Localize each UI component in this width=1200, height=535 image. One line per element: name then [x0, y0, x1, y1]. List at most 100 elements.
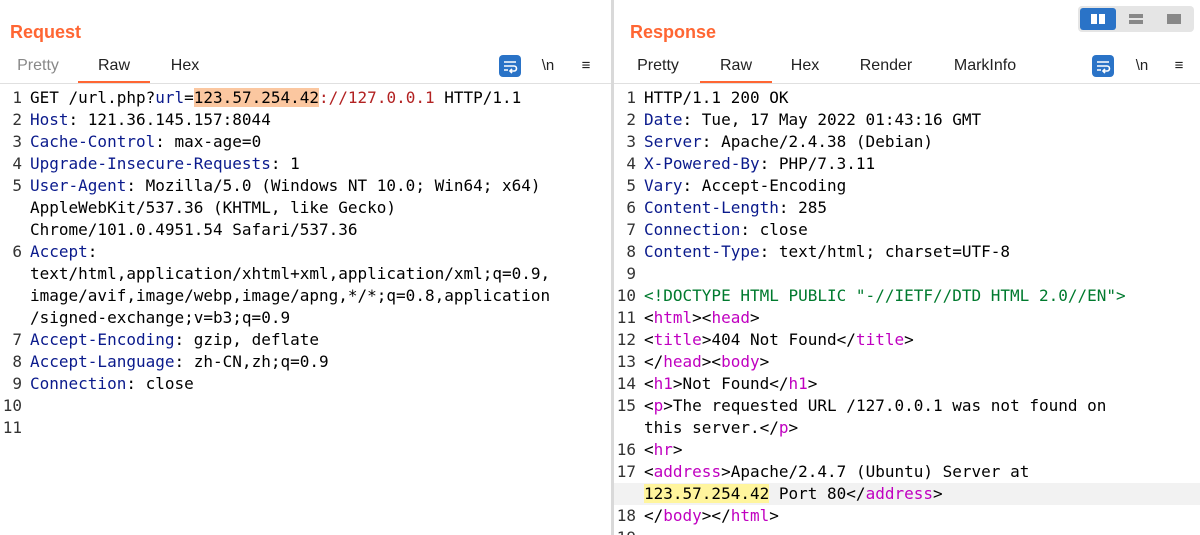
code-token: Server: [644, 132, 702, 151]
line-text: AppleWebKit/537.36 (KHTML, like Gecko): [22, 197, 396, 219]
response-tab-pretty[interactable]: Pretty: [628, 50, 688, 82]
line-text: Connection: close: [636, 219, 808, 241]
line-text: Connection: close: [22, 373, 194, 395]
code-token: /signed-exchange;v=b3;q=0.9: [30, 308, 291, 327]
line-text: this server.</p>: [636, 417, 798, 439]
code-line: 4 X-Powered-By: PHP/7.3.11: [614, 153, 1200, 175]
line-text: Accept-Encoding: gzip, deflate: [22, 329, 319, 351]
line-text: </head><body>: [636, 351, 769, 373]
menu-icon[interactable]: ≡: [1167, 55, 1191, 77]
code-line: 2 Host: 121.36.145.157:8044: [0, 109, 611, 131]
menu-icon[interactable]: ≡: [574, 55, 598, 77]
code-token: </: [644, 506, 664, 525]
code-token: title: [653, 330, 702, 349]
newline-toggle-icon[interactable]: \n: [1130, 55, 1154, 77]
line-number: 5: [626, 176, 636, 195]
response-tab-hex[interactable]: Hex: [782, 50, 828, 82]
code-token: X-Powered-By: [644, 154, 760, 173]
code-token: Connection: [30, 374, 127, 393]
line-number: 16: [616, 440, 636, 459]
code-token: <: [644, 330, 654, 349]
wrap-lines-icon[interactable]: [499, 55, 521, 77]
code-line: 6 Accept:: [0, 241, 611, 263]
code-token: >: [807, 374, 818, 393]
request-tab-raw[interactable]: Raw: [78, 50, 150, 83]
code-token: text/html,application/xhtml+xml,applicat…: [30, 264, 551, 283]
code-token: <: [644, 396, 654, 415]
response-tab-render[interactable]: Render: [850, 50, 922, 82]
line-number: 11: [616, 308, 636, 327]
stacked-layout-icon[interactable]: [1118, 8, 1154, 30]
code-line: 123.57.254.42 Port 80</address>: [614, 483, 1200, 505]
request-tab-pretty[interactable]: Pretty: [8, 50, 68, 82]
line-number: 3: [626, 132, 636, 151]
code-token: html: [653, 308, 693, 327]
code-line: 3 Server: Apache/2.4.38 (Debian): [614, 131, 1200, 153]
request-editor[interactable]: 1 GET /url.php?url=123.57.254.42://127.0.…: [0, 87, 611, 535]
code-token: ><: [701, 352, 722, 371]
line-number: 4: [12, 154, 22, 173]
code-line: 13 </head><body>: [614, 351, 1200, 373]
code-token: html: [730, 506, 770, 525]
response-tab-raw[interactable]: Raw: [700, 50, 772, 83]
code-line: 17 <address>Apache/2.4.7 (Ubuntu) Server …: [614, 461, 1200, 483]
code-token: title: [855, 330, 905, 349]
line-number: 8: [626, 242, 636, 261]
line-number: 9: [12, 374, 22, 393]
line-number: 1: [626, 88, 636, 107]
code-token: 123.57.254.42: [644, 484, 770, 503]
split-layout-icon[interactable]: [1080, 8, 1116, 30]
response-tab-markinfo[interactable]: MarkInfo: [944, 50, 1026, 82]
code-token: >: [759, 352, 770, 371]
line-number: 19: [614, 527, 636, 535]
code-line: text/html,application/xhtml+xml,applicat…: [0, 263, 611, 285]
code-token: >: [933, 484, 943, 503]
code-token: : gzip, deflate: [174, 330, 320, 349]
line-text: </body></html>: [636, 505, 779, 527]
code-token: ></: [701, 506, 731, 525]
line-text: Accept-Language: zh-CN,zh;q=0.9: [22, 351, 329, 373]
line-number: [614, 417, 636, 439]
code-token: ><: [692, 308, 712, 327]
line-text: [22, 395, 40, 417]
code-line: 12 <title>404 Not Found</title>: [614, 329, 1200, 351]
code-token: : Mozilla/5.0 (Windows NT 10.0; Win64; x…: [126, 176, 541, 195]
code-token: Chrome/101.0.4951.54 Safari/537.36: [30, 220, 358, 239]
code-line: 7 Connection: close: [614, 219, 1200, 241]
code-token: >: [769, 506, 779, 525]
newline-toggle-icon[interactable]: \n: [536, 55, 560, 77]
line-number: 13: [616, 352, 636, 371]
wrap-lines-icon[interactable]: [1092, 55, 1114, 77]
code-token: Accept-Language: [30, 352, 175, 371]
code-line: 9 Connection: close: [0, 373, 611, 395]
code-token: <: [644, 462, 654, 481]
request-tab-hex[interactable]: Hex: [160, 50, 210, 82]
code-token: =: [184, 88, 194, 107]
code-token: >: [788, 418, 799, 437]
line-number: 7: [12, 330, 22, 349]
code-token: >: [749, 308, 760, 327]
code-token: : text/html; charset=UTF-8: [759, 242, 1011, 261]
line-number: 14: [616, 374, 636, 393]
code-line: 14 <h1>Not Found</h1>: [614, 373, 1200, 395]
code-token: Content-Type: [644, 242, 760, 261]
code-token: : close: [740, 220, 808, 239]
code-token: : Tue, 17 May 2022 01:43:16 GMT: [682, 110, 982, 129]
code-token: <: [644, 374, 654, 393]
code-line: 9: [614, 263, 1200, 285]
code-token: </: [644, 352, 664, 371]
code-token: >404 Not Found</: [701, 330, 856, 349]
single-layout-icon[interactable]: [1156, 8, 1192, 30]
code-token: HTTP/1.1: [434, 88, 522, 107]
response-editor[interactable]: 1 HTTP/1.1 200 OK 2 Date: Tue, 17 May 2022 …: [614, 87, 1200, 535]
response-title: Response: [630, 22, 717, 42]
code-token: Accept: [30, 242, 88, 261]
code-line: 8 Accept-Language: zh-CN,zh;q=0.9: [0, 351, 611, 373]
line-number: 15: [616, 396, 636, 415]
line-text: image/avif,image/webp,image/apng,*/*;q=0…: [22, 285, 550, 307]
line-number: 10: [2, 396, 22, 415]
code-line: 5 Vary: Accept-Encoding: [614, 175, 1200, 197]
code-token: body: [721, 352, 760, 371]
code-line: 5 User-Agent: Mozilla/5.0 (Windows NT 10.…: [0, 175, 611, 197]
line-text: HTTP/1.1 200 OK: [636, 87, 789, 109]
